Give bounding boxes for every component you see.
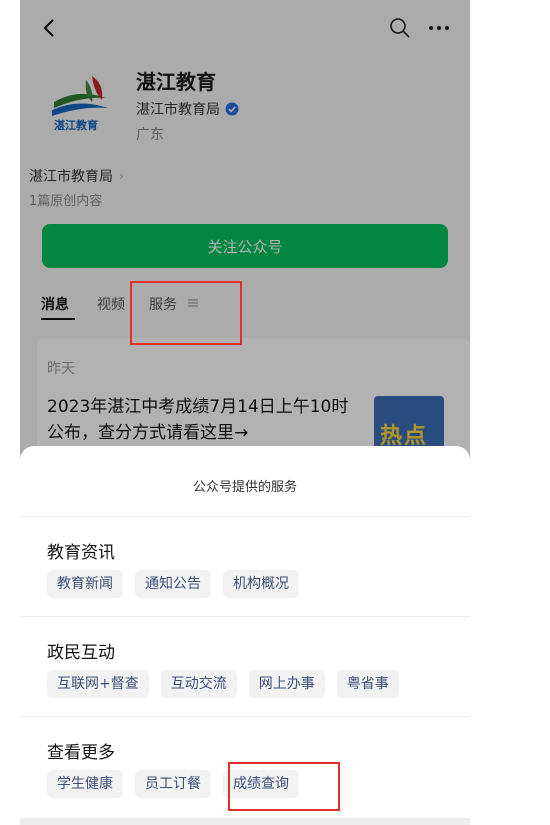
- service-online-affairs[interactable]: 网上办事: [248, 670, 325, 698]
- service-staff-meal[interactable]: 员工订餐: [135, 770, 211, 798]
- divider: [20, 616, 470, 617]
- service-notices[interactable]: 通知公告: [135, 570, 211, 598]
- service-interaction[interactable]: 互动交流: [160, 670, 237, 698]
- divider: [20, 516, 470, 517]
- divider: [20, 716, 470, 717]
- section-news-items: 教育新闻 通知公告 机构概况: [47, 570, 299, 598]
- service-internet-supervision[interactable]: 互联网+督查: [47, 670, 149, 698]
- service-student-health[interactable]: 学生健康: [47, 770, 123, 798]
- section-interaction-items: 互联网+督查 互动交流 网上办事 粤省事: [47, 670, 399, 698]
- highlight-box-score-query: [228, 762, 340, 811]
- section-title-news: 教育资讯: [47, 543, 115, 563]
- sheet-bottom-bar: [20, 818, 470, 825]
- phone-screen: 湛江教育 湛江教育 湛江市教育局 广东 湛江市教育局 › 1篇原创内容 关注公众…: [20, 0, 470, 825]
- sheet-title: 公众号提供的服务: [192, 480, 297, 495]
- section-title-more: 查看更多: [47, 743, 115, 763]
- service-institution-overview[interactable]: 机构概况: [223, 570, 299, 598]
- section-title-interaction: 政民互动: [47, 643, 115, 663]
- highlight-box-services-tab: [130, 281, 242, 345]
- service-yueshengshi[interactable]: 粤省事: [336, 670, 399, 698]
- service-education-news[interactable]: 教育新闻: [47, 570, 123, 598]
